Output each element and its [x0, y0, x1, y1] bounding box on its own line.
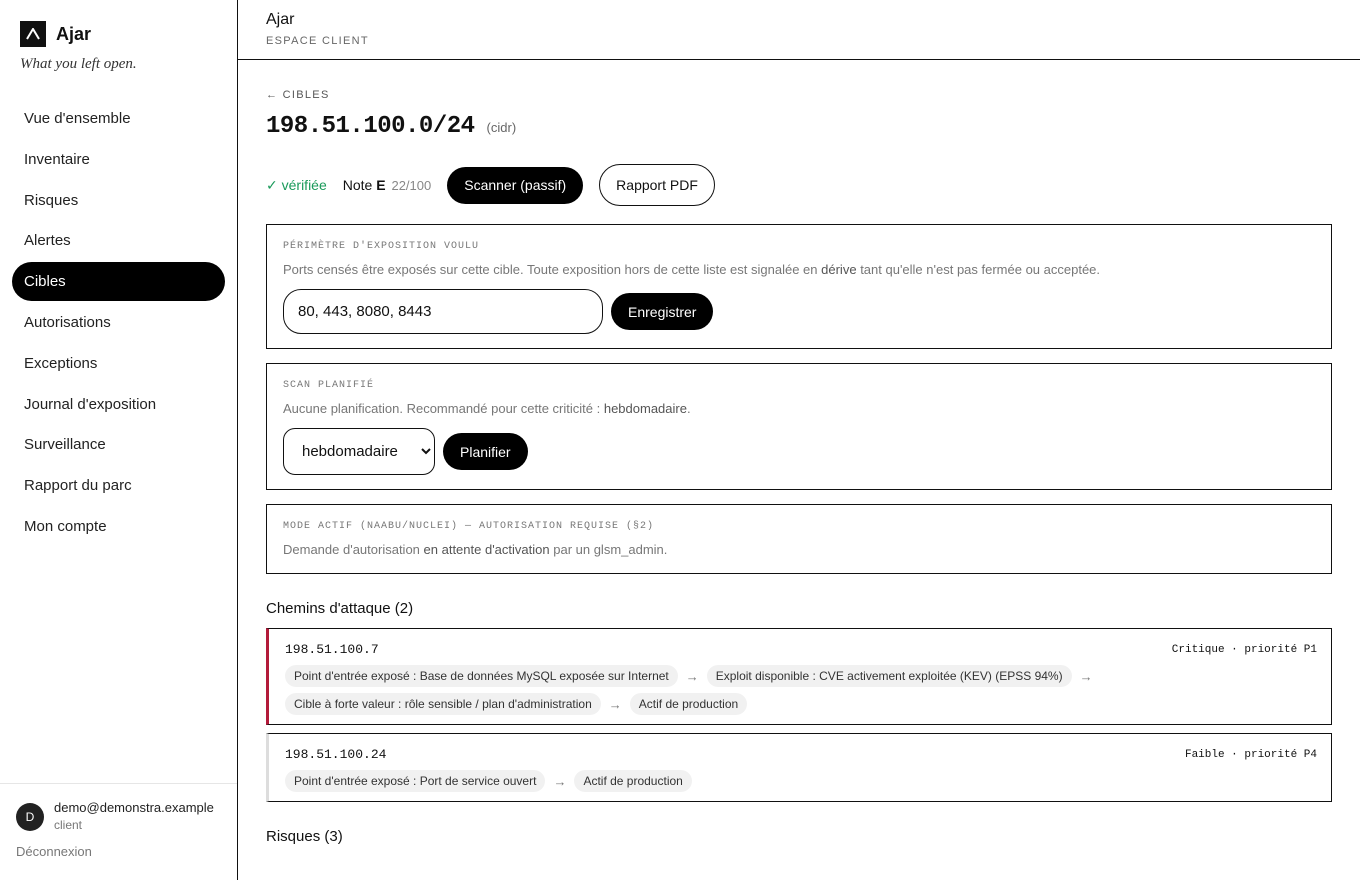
- grade-display: Note E 22/100: [343, 177, 431, 193]
- sidebar-item-risks[interactable]: Risques: [12, 181, 225, 220]
- panel-label: SCAN PLANIFIÉ: [283, 380, 375, 391]
- text-emphasis: dérive: [821, 262, 857, 277]
- arrow-right-icon: →: [553, 773, 567, 789]
- avatar: D: [16, 803, 44, 831]
- user-info: D demo@demonstra.example client: [16, 800, 221, 832]
- path-ip: 198.51.100.7: [285, 642, 379, 657]
- path-step: Point d'entrée exposé : Base de données …: [285, 665, 678, 687]
- sidebar-item-monitoring[interactable]: Surveillance: [12, 425, 225, 464]
- text-part: .: [686, 401, 691, 416]
- risks-title: Risques (3): [266, 828, 343, 845]
- text-part: Ports censés être exposés sur cette cibl…: [283, 262, 818, 277]
- sidebar-item-exposure-log[interactable]: Journal d'exposition: [12, 385, 225, 424]
- path-step: Point d'entrée exposé : Port de service …: [285, 770, 546, 792]
- panel-label: PÉRIMÈTRE D'EXPOSITION VOULU: [283, 241, 480, 252]
- sidebar-footer: D demo@demonstra.example client Déconnex…: [0, 783, 237, 880]
- user-email: demo@demonstra.example: [54, 800, 214, 815]
- attack-path-card[interactable]: 198.51.100.7 Critique · priorité P1 Poin…: [266, 628, 1332, 725]
- grade-letter: E: [376, 177, 386, 193]
- attack-path-card[interactable]: 198.51.100.24 Faible · priorité P4 Point…: [266, 733, 1332, 802]
- path-priority: Critique · priorité P1: [1171, 643, 1317, 656]
- sidebar-item-overview[interactable]: Vue d'ensemble: [12, 99, 225, 138]
- frequency-select[interactable]: hebdomadaire: [283, 428, 435, 475]
- text-emphasis: en attente d'activation: [423, 542, 550, 557]
- text-part: Demande d'autorisation: [283, 542, 420, 557]
- back-to-targets-link[interactable]: ← CIBLES: [266, 89, 330, 101]
- path-step: Exploit disponible : CVE activement expl…: [706, 665, 1072, 687]
- topbar: Ajar ESPACE CLIENT: [238, 0, 1360, 60]
- brand-name: Ajar: [56, 23, 92, 44]
- text-part: tant qu'elle n'est pas fermée ou accepté…: [860, 262, 1101, 277]
- grade-score: 22/100: [391, 178, 432, 193]
- pdf-report-button[interactable]: Rapport PDF: [599, 164, 715, 206]
- sidebar: Ajar What you left open. Vue d'ensemble …: [0, 0, 238, 880]
- arrow-right-icon: →: [685, 668, 699, 684]
- exposure-perimeter-panel: PÉRIMÈTRE D'EXPOSITION VOULU Ports censé…: [266, 224, 1332, 349]
- target-kind: (cidr): [486, 120, 517, 135]
- path-ip: 198.51.100.24: [285, 747, 387, 762]
- attack-paths-title: Chemins d'attaque (2): [266, 600, 414, 617]
- active-mode-panel: MODE ACTIF (NAABU/NUCLEI) — AUTORISATION…: [266, 504, 1332, 574]
- sidebar-item-alerts[interactable]: Alertes: [12, 221, 225, 260]
- path-chain: Point d'entrée exposé : Port de service …: [285, 770, 1317, 801]
- tagline: What you left open.: [20, 56, 137, 72]
- text-part: par un glsm_admin.: [553, 542, 668, 557]
- panel-description: Ports censés être exposés sur cette cibl…: [283, 262, 1315, 277]
- panel-description: Aucune planification. Recommandé pour ce…: [283, 401, 1315, 416]
- text-part: Aucune planification. Recommandé pour ce…: [283, 401, 601, 416]
- arrow-right-icon: →: [608, 696, 622, 712]
- sidebar-item-exceptions[interactable]: Exceptions: [12, 344, 225, 383]
- logout-link[interactable]: Déconnexion: [16, 844, 221, 859]
- schedule-button[interactable]: Planifier: [443, 433, 528, 470]
- panel-description: Demande d'autorisation en attente d'acti…: [283, 542, 1315, 557]
- text-emphasis: hebdomadaire: [603, 401, 687, 416]
- arrow-right-icon: →: [1079, 668, 1093, 684]
- brand[interactable]: Ajar: [0, 0, 237, 47]
- path-step: Cible à forte valeur : rôle sensible / p…: [285, 693, 601, 715]
- scheduled-scan-panel: SCAN PLANIFIÉ Aucune planification. Reco…: [266, 363, 1332, 490]
- sidebar-item-authorizations[interactable]: Autorisations: [12, 303, 225, 342]
- ajar-logo-icon: [20, 21, 46, 47]
- header-subtitle: ESPACE CLIENT: [266, 35, 369, 47]
- header-title: Ajar: [266, 11, 295, 28]
- path-chain: Point d'entrée exposé : Base de données …: [285, 665, 1317, 724]
- main-content: Ajar ESPACE CLIENT ← CIBLES 198.51.100.0…: [238, 0, 1360, 880]
- page-title: 198.51.100.0/24: [266, 113, 475, 140]
- sidebar-item-targets[interactable]: Cibles: [12, 262, 225, 302]
- grade-label: Note: [342, 177, 373, 193]
- sidebar-nav: Vue d'ensemble Inventaire Risques Alerte…: [0, 99, 237, 546]
- target-actions: ✓ vérifiée Note E 22/100 Scanner (passif…: [266, 164, 1332, 206]
- ports-input[interactable]: [283, 289, 603, 334]
- sidebar-item-fleet-report[interactable]: Rapport du parc: [12, 466, 225, 505]
- verified-badge: ✓ vérifiée: [266, 176, 327, 193]
- sidebar-item-account[interactable]: Mon compte: [12, 507, 225, 546]
- save-perimeter-button[interactable]: Enregistrer: [611, 293, 714, 330]
- user-role: client: [54, 818, 83, 832]
- panel-label: MODE ACTIF (NAABU/NUCLEI) — AUTORISATION…: [283, 521, 655, 532]
- path-priority: Faible · priorité P4: [1184, 748, 1317, 761]
- sidebar-item-inventory[interactable]: Inventaire: [12, 140, 225, 179]
- scan-passive-button[interactable]: Scanner (passif): [447, 166, 584, 204]
- path-step: Actif de production: [629, 693, 748, 715]
- path-step: Actif de production: [574, 770, 692, 792]
